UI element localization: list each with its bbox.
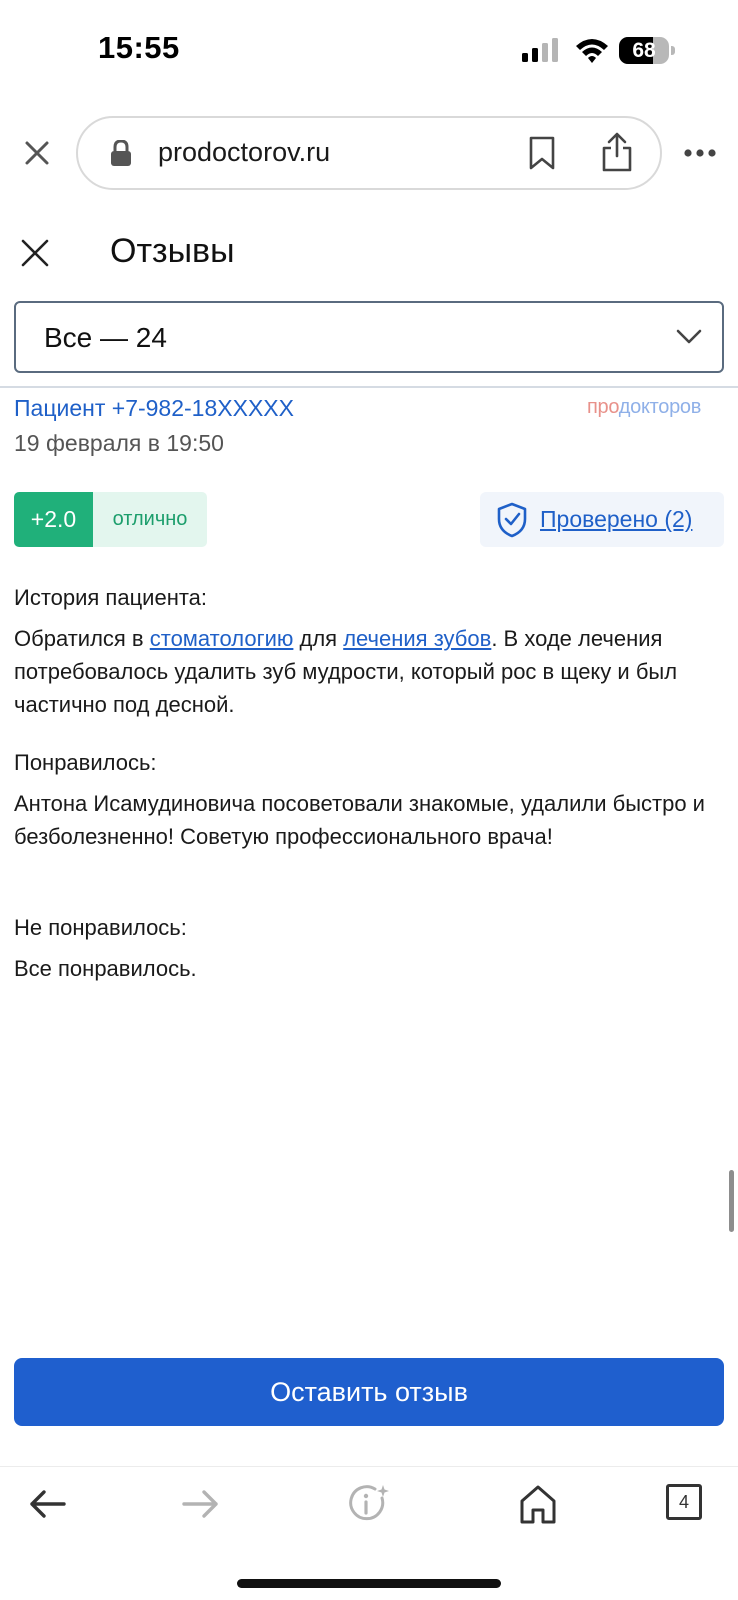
verified-link[interactable]: Проверено (2) [540, 506, 692, 533]
page-title: Отзывы [110, 232, 235, 270]
info-icon[interactable] [348, 1482, 392, 1526]
disliked-text: Все понравилось. [14, 956, 197, 981]
close-reviews-icon[interactable] [20, 238, 50, 268]
reviews-filter-select[interactable]: Все — 24 [14, 301, 724, 373]
toolbar-divider [0, 1466, 738, 1467]
dentistry-link[interactable]: стоматологию [150, 626, 294, 651]
close-icon[interactable] [22, 138, 52, 168]
history-title: История пациента: [14, 585, 208, 610]
chevron-down-icon [676, 329, 702, 344]
rating-label: отлично [93, 492, 207, 547]
rating-score: +2.0 [14, 492, 93, 547]
battery-indicator: 68 [619, 37, 675, 64]
rating-badge: +2.0 отлично [14, 492, 207, 547]
verified-badge[interactable]: Проверено (2) [480, 492, 724, 547]
brand-logo: продокторов [587, 396, 702, 418]
disliked-title: Не понравилось: [14, 915, 187, 940]
battery-level: 68 [632, 39, 656, 62]
filter-selected-value: Все — 24 [44, 322, 167, 353]
cellular-signal-icon [522, 38, 558, 62]
more-icon[interactable] [683, 148, 717, 158]
teeth-treatment-link[interactable]: лечения зубов [343, 626, 491, 651]
history-text: Обратился в стоматологию для лечения зуб… [14, 626, 678, 717]
home-icon[interactable] [516, 1482, 560, 1526]
status-time: 15:55 [98, 30, 180, 65]
scrollbar-thumb[interactable] [729, 1170, 734, 1232]
lock-icon [111, 140, 131, 166]
shield-check-icon [497, 502, 527, 538]
review-author[interactable]: Пациент +7-982-18XXXXX [14, 395, 294, 422]
url-text[interactable]: prodoctorov.ru [158, 137, 330, 168]
divider [0, 386, 738, 388]
wifi-icon [576, 39, 608, 63]
leave-review-button[interactable]: Оставить отзыв [14, 1358, 724, 1426]
forward-arrow-icon[interactable] [178, 1482, 222, 1526]
tabs-icon[interactable]: 4 [666, 1484, 702, 1520]
home-indicator [237, 1579, 501, 1588]
share-icon[interactable] [601, 132, 633, 172]
back-arrow-icon[interactable] [26, 1482, 70, 1526]
liked-title: Понравилось: [14, 750, 157, 775]
liked-text: Антона Исамудиновича посоветовали знаком… [14, 791, 705, 849]
bookmark-icon[interactable] [528, 136, 556, 170]
review-date: 19 февраля в 19:50 [14, 430, 224, 456]
